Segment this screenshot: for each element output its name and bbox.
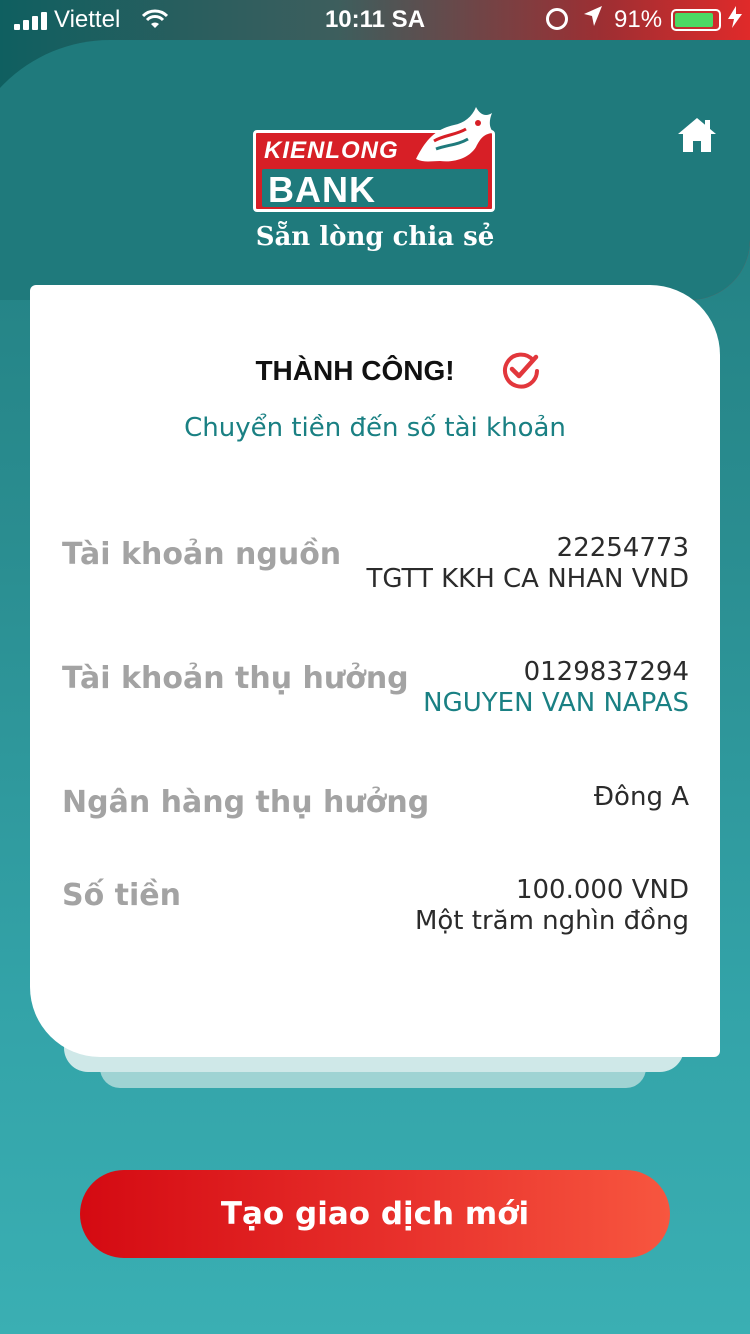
success-title-text: THÀNH CÔNG! xyxy=(255,355,455,386)
rotation-lock-icon xyxy=(546,8,568,30)
source-account-name: TGTT KKH CA NHAN VND xyxy=(366,564,689,594)
beneficiary-account-name: NGUYEN VAN NAPAS xyxy=(423,688,689,718)
beneficiary-account-value: 0129837294 NGUYEN VAN NAPAS xyxy=(423,657,689,719)
battery-percent: 91% xyxy=(614,6,663,33)
status-bar: Viettel 10:11 SA 91% xyxy=(0,0,750,40)
battery-icon xyxy=(671,9,721,31)
transaction-result-card: THÀNH CÔNG! Chuyển tiền đến số tài khoản… xyxy=(30,285,720,1057)
logo-text-top: KIENLONG xyxy=(264,137,399,164)
beneficiary-bank-value: Đông A xyxy=(593,782,689,812)
beneficiary-bank-label: Ngân hàng thụ hưởng xyxy=(62,785,430,820)
source-account-label: Tài khoản nguồn xyxy=(62,537,342,572)
amount-number: 100.000 VND xyxy=(515,875,689,905)
beneficiary-account-label: Tài khoản thụ hưởng xyxy=(62,661,409,696)
transfer-type: Chuyển tiền đến số tài khoản xyxy=(184,413,566,443)
logo-bottom-band: BANK xyxy=(262,169,488,210)
slogan: Sẵn lòng chia sẻ xyxy=(255,222,495,252)
amount-in-words: Một trăm nghìn đồng xyxy=(414,906,689,936)
source-account-value: 22254773 TGTT KKH CA NHAN VND xyxy=(366,533,689,595)
dragon-icon xyxy=(416,107,494,162)
beneficiary-account-number: 0129837294 xyxy=(523,657,689,687)
source-account-number: 22254773 xyxy=(556,533,689,563)
amount-label: Số tiền xyxy=(62,878,181,913)
success-title: THÀNH CÔNG! xyxy=(30,355,720,387)
amount-value: 100.000 VND Một trăm nghìn đồng xyxy=(415,875,689,937)
new-transaction-button[interactable]: Tạo giao dịch mới xyxy=(80,1170,670,1258)
home-icon[interactable] xyxy=(676,114,718,156)
kienlong-bank-logo: KIENLONG BANK xyxy=(253,107,495,212)
charging-icon xyxy=(728,6,742,34)
logo-text-bank: BANK xyxy=(268,169,376,210)
check-circle-icon xyxy=(503,352,539,389)
location-icon xyxy=(582,4,604,35)
